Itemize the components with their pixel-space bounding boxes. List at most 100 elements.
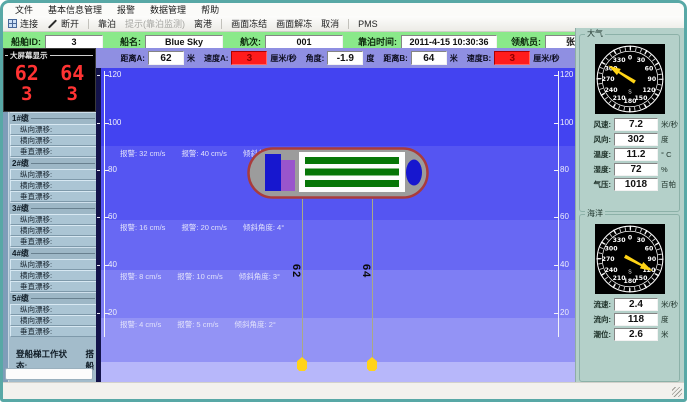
menu-data-management[interactable]: 数据管理 — [150, 3, 186, 16]
wind-direction-row: 风向: 302 度 — [582, 132, 679, 147]
menu-basic-info[interactable]: 基本信息管理 — [48, 3, 102, 16]
disconnect-icon — [48, 19, 57, 28]
drift-item[interactable]: 横向漂移: — [10, 180, 96, 191]
voyage-label: 航次: — [240, 35, 261, 48]
berth-time-field[interactable]: 2011-4-15 10:30:36 — [401, 35, 497, 49]
measurement-bar: 距离A: 62 米 速度A: 3 厘米/秒 角度: -1.9 度 距离B: 64… — [96, 48, 575, 68]
svg-text:120: 120 — [642, 87, 656, 94]
drift-item[interactable]: 纵向漂移: — [10, 169, 96, 180]
alert-row: 报警: 8 cm/s 报警: 10 cm/s 倾斜角度: 3° — [96, 271, 575, 282]
berth-tip-button: 提示(靠泊监测) — [125, 17, 185, 30]
distance-a-value: 62 — [148, 51, 184, 65]
ship-diagram[interactable] — [247, 147, 429, 199]
toolbar-separator — [221, 19, 222, 29]
drift-item[interactable]: 纵向漂移: — [10, 124, 96, 135]
angle-unit: 度 — [366, 53, 374, 64]
ruler-label: 60 — [108, 213, 117, 221]
drift-item[interactable]: 横向漂移: — [10, 315, 96, 326]
ruler-tick — [554, 313, 558, 314]
freeze-button[interactable]: 画面冻结 — [231, 17, 267, 30]
svg-text:S: S — [628, 90, 632, 96]
ship-cabin-block — [281, 160, 295, 191]
drift-item[interactable]: 纵向漂移: — [10, 259, 96, 270]
drift-item[interactable]: 纵向漂移: — [10, 304, 96, 315]
voyage-field[interactable]: 001 — [265, 35, 343, 49]
distance-alert: 报警: 5 cm/s — [177, 319, 218, 330]
speed-alert: 报警: 4 cm/s — [120, 319, 161, 330]
distance-alert: 报警: 20 cm/s — [181, 222, 226, 233]
temperature-row: 温度: 11.2 ° C — [582, 147, 679, 162]
distance-b-unit: 米 — [450, 53, 458, 64]
svg-text:270: 270 — [601, 256, 615, 263]
svg-text:30: 30 — [636, 237, 645, 244]
cable-group-header: 4#缆 — [10, 247, 96, 259]
distance-b-label: 距离B: — [383, 53, 407, 64]
alert-row: 报警: 16 cm/s 报警: 20 cm/s 倾斜角度: 4° — [96, 222, 575, 233]
current-direction-row: 流向: 118 度 — [582, 312, 679, 327]
pms-button[interactable]: PMS — [358, 19, 378, 29]
weather-title: 大气 — [585, 30, 605, 38]
ruler-label: 60 — [560, 213, 569, 221]
disconnect-button[interactable]: 断开 — [47, 17, 79, 30]
svg-text:S: S — [628, 270, 632, 276]
menu-help[interactable]: 帮助 — [201, 3, 219, 16]
toolbar-separator — [348, 19, 349, 29]
big-screen-display-panel: 大屏幕显示 62 64 3 3 — [3, 48, 96, 112]
berth-button[interactable]: 靠泊 — [98, 17, 116, 30]
drift-item[interactable]: 纵向漂移: — [10, 214, 96, 225]
ruler-label: 120 — [108, 71, 121, 79]
unfreeze-button[interactable]: 画面解冻 — [276, 17, 312, 30]
temperature-value: 11.2 — [614, 148, 658, 161]
drift-item[interactable]: 横向漂移: — [10, 135, 96, 146]
left-ruler — [104, 71, 105, 337]
drift-item[interactable]: 垂直漂移: — [10, 191, 96, 202]
ruler-tick — [554, 217, 558, 218]
ruler-label: 20 — [560, 309, 569, 317]
distance-alert: 报警: 40 cm/s — [181, 148, 226, 159]
menu-bar: 文件 基本信息管理 报警 数据管理 帮助 — [3, 3, 687, 16]
ruler-tick — [554, 265, 558, 266]
ocean-title: 海洋 — [585, 210, 605, 218]
ship-id-field[interactable]: 3 — [45, 35, 103, 49]
right-ruler — [558, 71, 559, 337]
ship-name-field[interactable]: Blue Sky — [145, 35, 223, 49]
pressure-row: 气压: 1018 百帕 — [582, 177, 679, 192]
connect-label: 连接 — [20, 17, 38, 30]
drift-item[interactable]: 垂直漂移: — [10, 326, 96, 337]
toolbar-separator — [88, 19, 89, 29]
resize-grip[interactable] — [672, 387, 682, 397]
svg-text:60: 60 — [644, 245, 653, 252]
display-speed-a: 3 — [4, 84, 50, 105]
menu-alarm[interactable]: 报警 — [117, 3, 135, 16]
tilt-alert: 倾斜角度: 4° — [243, 222, 284, 233]
berthing-chart: 120 100 80 60 40 20 120 100 80 60 40 20 … — [96, 68, 575, 382]
cable-group-header: 2#缆 — [10, 157, 96, 169]
svg-text:210: 210 — [612, 275, 626, 282]
drift-item[interactable]: 横向漂移: — [10, 225, 96, 236]
display-distance-a: 62 — [4, 62, 50, 84]
svg-text:0: 0 — [627, 234, 632, 241]
distance-a-label: 距离A: — [121, 53, 145, 64]
ship-id-label: 船舶ID: — [11, 35, 41, 48]
drift-item[interactable]: 垂直漂移: — [10, 281, 96, 292]
drift-item[interactable]: 垂直漂移: — [10, 236, 96, 247]
edge-tick — [97, 217, 100, 218]
svg-text:270: 270 — [601, 76, 615, 83]
tilt-alert: 倾斜角度: 3° — [239, 271, 280, 282]
speed-b-value: 3 — [494, 51, 530, 65]
svg-text:30: 30 — [636, 57, 645, 64]
speed-a-unit: 厘米/秒 — [270, 53, 296, 64]
wind-direction-gauge: 0 30 60 90 120 150 180 210 240 270 300 3… — [595, 44, 665, 114]
edge-tick — [97, 75, 100, 76]
connect-button[interactable]: 连接 — [8, 17, 38, 30]
menu-file[interactable]: 文件 — [15, 3, 33, 16]
sidebar-scrollbar[interactable] — [3, 112, 9, 382]
drift-item[interactable]: 垂直漂移: — [10, 146, 96, 157]
drift-item[interactable]: 横向漂移: — [10, 270, 96, 281]
cancel-button[interactable]: 取消 — [321, 17, 339, 30]
depart-button[interactable]: 离港 — [194, 17, 212, 30]
berthing-monitor-window: 文件 基本信息管理 报警 数据管理 帮助 连接 断开 靠泊 提示(靠泊监测) 离… — [0, 0, 687, 402]
sidebar-footer-field[interactable] — [5, 368, 93, 380]
weather-groupbox: 大气 0 30 60 90 120 150 180 210 240 270 30… — [579, 34, 680, 212]
speed-b-unit: 厘米/秒 — [533, 53, 559, 64]
